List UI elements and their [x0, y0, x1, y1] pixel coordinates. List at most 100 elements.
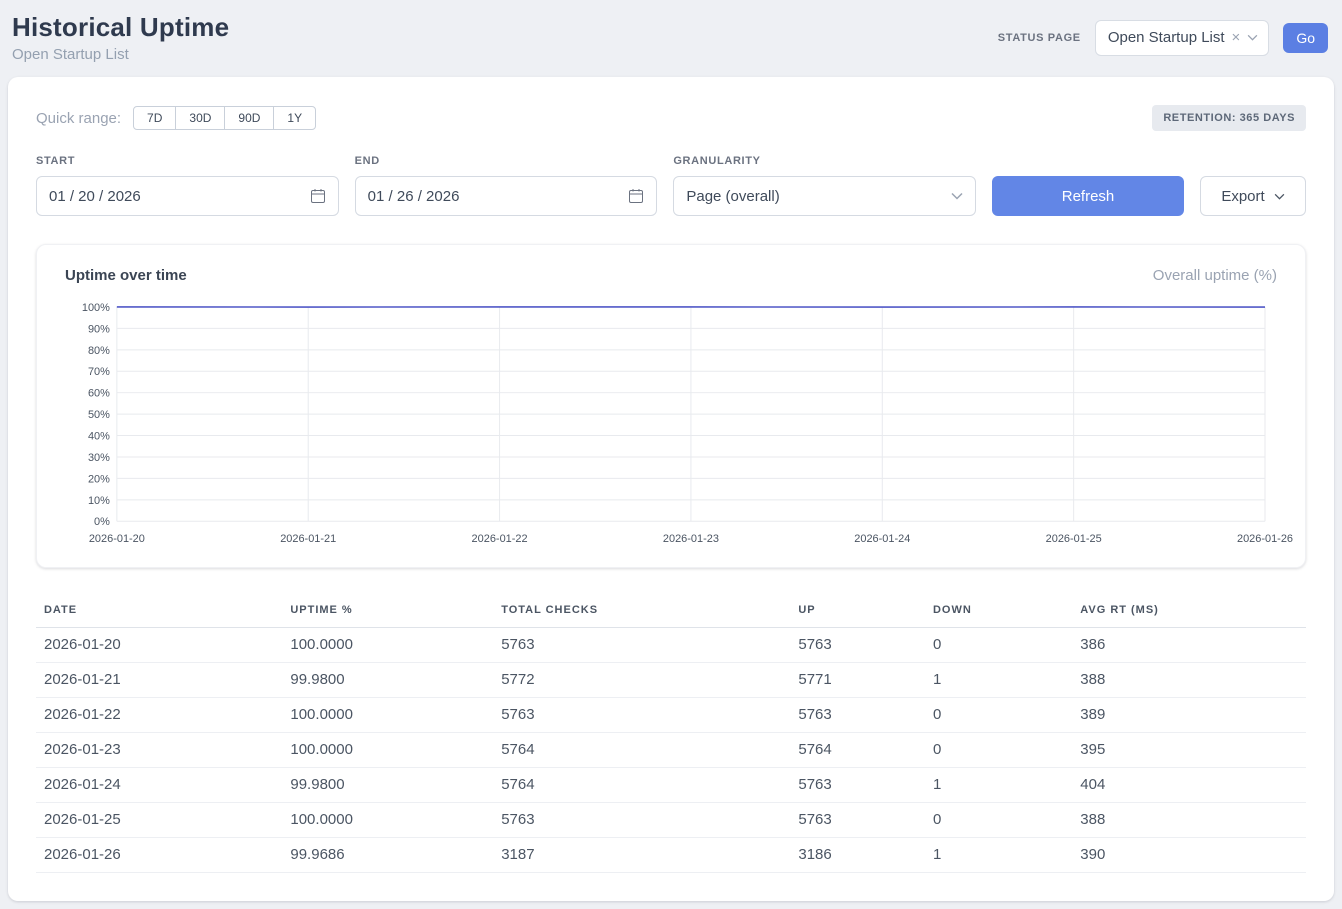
- table-cell: 2026-01-23: [36, 733, 282, 768]
- svg-text:2026-01-25: 2026-01-25: [1046, 533, 1102, 545]
- filters-row: START 01 / 20 / 2026 END 01 / 26 / 2026 …: [36, 155, 1306, 216]
- start-date-input[interactable]: 01 / 20 / 2026: [36, 176, 339, 216]
- end-date-input[interactable]: 01 / 26 / 2026: [355, 176, 658, 216]
- table-cell: 100.0000: [282, 628, 493, 663]
- svg-text:2026-01-26: 2026-01-26: [1237, 533, 1293, 545]
- table-cell: 0: [925, 698, 1072, 733]
- chevron-down-icon: [951, 192, 963, 200]
- svg-text:2026-01-21: 2026-01-21: [280, 533, 336, 545]
- svg-text:70%: 70%: [88, 366, 110, 378]
- svg-text:2026-01-20: 2026-01-20: [89, 533, 145, 545]
- svg-text:0%: 0%: [94, 516, 110, 528]
- table-cell: 5763: [790, 698, 925, 733]
- main-panel: Quick range: 7D30D90D1Y RETENTION: 365 D…: [8, 77, 1334, 901]
- quick-range-90d[interactable]: 90D: [224, 106, 274, 130]
- table-cell: 389: [1072, 698, 1306, 733]
- quick-range-row: Quick range: 7D30D90D1Y RETENTION: 365 D…: [36, 105, 1306, 131]
- table-row: 2026-01-2199.9800577257711388: [36, 663, 1306, 698]
- table-row: 2026-01-22100.0000576357630389: [36, 698, 1306, 733]
- table-cell: 2026-01-22: [36, 698, 282, 733]
- table-cell: 1: [925, 838, 1072, 873]
- start-date-label: START: [36, 155, 339, 167]
- chevron-down-icon: [1274, 193, 1285, 200]
- start-date-field: START 01 / 20 / 2026: [36, 155, 339, 216]
- table-cell: 5763: [790, 768, 925, 803]
- quick-range-1y[interactable]: 1Y: [273, 106, 316, 130]
- table-cell: 388: [1072, 803, 1306, 838]
- uptime-table: DATEUPTIME %TOTAL CHECKSUPDOWNAVG RT (MS…: [36, 594, 1306, 873]
- table-cell: 100.0000: [282, 698, 493, 733]
- granularity-label: GRANULARITY: [673, 155, 976, 167]
- svg-text:90%: 90%: [88, 323, 110, 335]
- table-cell: 390: [1072, 838, 1306, 873]
- table-header-row: DATEUPTIME %TOTAL CHECKSUPDOWNAVG RT (MS…: [36, 594, 1306, 628]
- chart-header: Uptime over time Overall uptime (%): [65, 267, 1277, 284]
- table-cell: 1: [925, 768, 1072, 803]
- table-cell: 386: [1072, 628, 1306, 663]
- table-cell: 2026-01-20: [36, 628, 282, 663]
- table-row: 2026-01-2499.9800576457631404: [36, 768, 1306, 803]
- svg-text:10%: 10%: [88, 495, 110, 507]
- table-cell: 5763: [790, 628, 925, 663]
- export-button[interactable]: Export: [1200, 176, 1306, 216]
- table-cell: 100.0000: [282, 733, 493, 768]
- column-header: AVG RT (MS): [1072, 594, 1306, 628]
- granularity-select[interactable]: Page (overall): [673, 176, 976, 216]
- svg-text:2026-01-23: 2026-01-23: [663, 533, 719, 545]
- table-cell: 1: [925, 663, 1072, 698]
- calendar-icon[interactable]: [628, 188, 644, 204]
- chart-title: Uptime over time: [65, 267, 187, 284]
- chevron-down-icon: [1247, 34, 1258, 41]
- quick-range-30d[interactable]: 30D: [175, 106, 225, 130]
- table-row: 2026-01-25100.0000576357630388: [36, 803, 1306, 838]
- go-button[interactable]: Go: [1283, 23, 1328, 53]
- table-cell: 100.0000: [282, 803, 493, 838]
- column-header: DATE: [36, 594, 282, 628]
- granularity-selected-value: Page (overall): [686, 188, 779, 205]
- table-row: 2026-01-23100.0000576457640395: [36, 733, 1306, 768]
- svg-text:50%: 50%: [88, 409, 110, 421]
- table-cell: 5763: [493, 698, 790, 733]
- quick-range-group: 7D30D90D1Y: [133, 106, 316, 130]
- svg-text:30%: 30%: [88, 452, 110, 464]
- quick-range-7d[interactable]: 7D: [133, 106, 176, 130]
- table-cell: 5763: [790, 803, 925, 838]
- svg-text:80%: 80%: [88, 345, 110, 357]
- status-page-selected-value: Open Startup List: [1108, 29, 1225, 46]
- refresh-button[interactable]: Refresh: [992, 176, 1184, 216]
- end-date-label: END: [355, 155, 658, 167]
- table-cell: 2026-01-25: [36, 803, 282, 838]
- page: Historical Uptime Open Startup List STAT…: [0, 0, 1342, 901]
- column-header: UPTIME %: [282, 594, 493, 628]
- start-date-value: 01 / 20 / 2026: [49, 188, 141, 205]
- granularity-field: GRANULARITY Page (overall): [673, 155, 976, 216]
- calendar-icon[interactable]: [310, 188, 326, 204]
- table-cell: 404: [1072, 768, 1306, 803]
- table-cell: 395: [1072, 733, 1306, 768]
- table-cell: 2026-01-24: [36, 768, 282, 803]
- page-title: Historical Uptime: [12, 12, 229, 43]
- title-block: Historical Uptime Open Startup List: [12, 12, 229, 63]
- quick-range-label: Quick range:: [36, 110, 121, 127]
- column-header: DOWN: [925, 594, 1072, 628]
- table-cell: 2026-01-26: [36, 838, 282, 873]
- svg-text:60%: 60%: [88, 388, 110, 400]
- table-cell: 5764: [790, 733, 925, 768]
- table-cell: 3186: [790, 838, 925, 873]
- table-cell: 5764: [493, 768, 790, 803]
- svg-text:20%: 20%: [88, 473, 110, 485]
- table-cell: 0: [925, 733, 1072, 768]
- table-cell: 0: [925, 803, 1072, 838]
- table-cell: 388: [1072, 663, 1306, 698]
- clear-selection-icon[interactable]: ×: [1232, 30, 1241, 45]
- status-page-select[interactable]: Open Startup List ×: [1095, 20, 1270, 56]
- chart-legend: Overall uptime (%): [1153, 267, 1277, 284]
- top-bar: Historical Uptime Open Startup List STAT…: [0, 0, 1342, 77]
- table-cell: 5772: [493, 663, 790, 698]
- column-header: TOTAL CHECKS: [493, 594, 790, 628]
- table-cell: 99.9800: [282, 663, 493, 698]
- svg-text:2026-01-22: 2026-01-22: [472, 533, 528, 545]
- uptime-chart-card: Uptime over time Overall uptime (%) 0% 10…: [36, 244, 1306, 568]
- uptime-line-chart: 0%10%20%30%40%50%60%70%80%90%100%2026-01…: [65, 300, 1277, 551]
- table-cell: 5763: [493, 628, 790, 663]
